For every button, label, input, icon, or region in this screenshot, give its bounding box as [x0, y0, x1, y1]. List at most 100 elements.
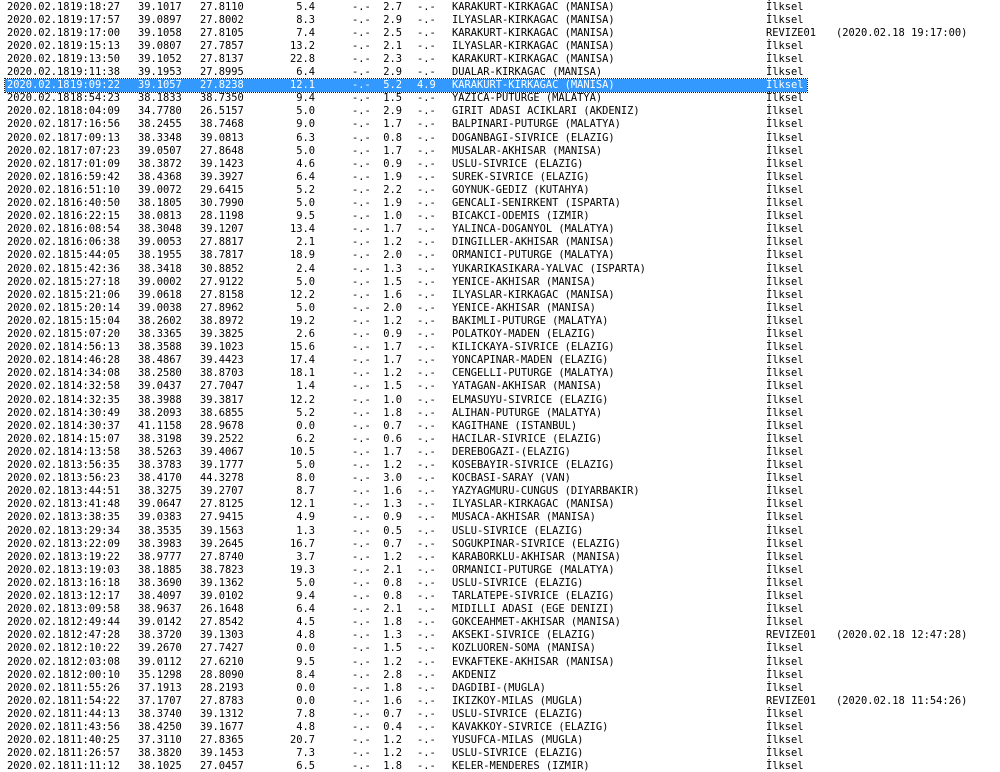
table-row[interactable]: 2020.02.18 13:09:58 38.9637 26.1648 6.4 -.- 2.… — [0, 603, 1000, 616]
row-time: 16:59:42 — [70, 170, 121, 183]
row-location: KOCBASI-SARAY (VAN) — [452, 472, 571, 485]
table-row[interactable]: 2020.02.18 14:15:07 38.3198 39.2522 6.2 -.- 0.… — [0, 433, 1000, 446]
table-row[interactable]: 2020.02.18 17:07:23 39.0507 27.8648 5.0 -.- 1.… — [0, 145, 1000, 158]
row-magnitude-md: -.- — [352, 616, 371, 629]
table-row[interactable]: 2020.02.18 19:17:00 39.1058 27.8105 7.4 -.- 2.… — [0, 27, 1000, 40]
table-row[interactable]: 2020.02.18 16:08:54 38.3048 39.1207 13.4 -.- 1… — [0, 223, 1000, 236]
table-row[interactable]: 2020.02.18 14:32:35 38.3988 39.3817 12.2 -.- 1… — [0, 394, 1000, 407]
table-row[interactable]: 2020.02.18 13:16:18 38.3690 39.1362 5.0 -.- 0.… — [0, 577, 1000, 590]
row-longitude: 28.9678 — [200, 419, 244, 432]
row-date: 2020.02.18 — [7, 459, 70, 471]
table-row[interactable]: 2020.02.18 13:19:03 38.1885 38.7823 19.3 -.- 2… — [0, 564, 1000, 577]
table-row[interactable]: 2020.02.18 19:15:13 39.0807 27.7857 13.2 -.- 2… — [0, 40, 1000, 53]
table-row[interactable]: 2020.02.18 13:38:35 39.0383 27.9415 4.9 -.- 0.… — [0, 511, 1000, 524]
table-row[interactable]: 2020.02.18 19:11:38 39.1953 27.8995 6.4 -.- 2.… — [0, 66, 1000, 79]
row-latitude: 39.0038 — [138, 301, 182, 314]
table-row[interactable]: 2020.02.18 12:00:10 35.1298 28.8090 8.4 -.- 2.… — [0, 669, 1000, 682]
row-magnitude-ml: 1.2 — [383, 550, 402, 563]
table-row[interactable]: 2020.02.18 12:49:44 39.0142 27.8542 4.5 -.- 1.… — [0, 616, 1000, 629]
row-depth: 6.5 — [296, 760, 315, 772]
table-row[interactable]: 2020.02.18 15:21:06 39.0618 27.8158 12.2 -.- 1… — [0, 289, 1000, 302]
row-longitude: 38.8703 — [200, 367, 244, 380]
row-magnitude-md: -.- — [352, 249, 371, 262]
table-row[interactable]: 2020.02.18 18:04:09 34.7780 26.5157 5.0 -.- 2.… — [0, 105, 1000, 118]
row-magnitude-mw: -.- — [417, 367, 436, 380]
table-row[interactable]: 2020.02.18 13:56:23 38.4170 44.3278 8.0 -.- 3.… — [0, 472, 1000, 485]
table-row[interactable]: 2020.02.18 12:03:08 39.0112 27.6210 9.5 -.- 1.… — [0, 656, 1000, 669]
table-row[interactable]: 2020.02.18 15:42:36 38.3418 30.8852 2.4 -.- 1.… — [0, 263, 1000, 276]
row-solution-type: İlksel — [766, 747, 804, 760]
table-row[interactable]: 2020.02.18 15:15:04 38.2602 38.8972 19.2 -.- 1… — [0, 315, 1000, 328]
row-solution-type: İlksel — [766, 118, 804, 131]
row-magnitude-ml: 0.9 — [383, 328, 402, 340]
row-date: 2020.02.18 — [7, 249, 70, 262]
table-row[interactable]: 2020.02.18 13:29:34 38.3535 39.1563 1.3 -.- 0.… — [0, 525, 1000, 538]
row-longitude: 27.8962 — [200, 301, 244, 314]
table-row[interactable]: 2020.02.18 14:46:28 38.4867 39.4423 17.4 -.- 1… — [0, 354, 1000, 367]
table-row[interactable]: 2020.02.18 17:09:13 38.3348 39.0813 6.3 -.- 0.… — [0, 132, 1000, 145]
row-time: 13:44:51 — [70, 485, 121, 498]
table-row[interactable]: 2020.02.18 11:55:26 37.1913 28.2193 0.0 -.- 1.… — [0, 682, 1000, 695]
table-row[interactable]: 2020.02.18 16:51:10 39.0072 29.6415 5.2 -.- 2.… — [0, 184, 1000, 197]
table-row[interactable]: 2020.02.18 13:22:09 38.3983 39.2645 16.7 -.- 0… — [0, 538, 1000, 551]
table-row[interactable]: 2020.02.18 16:40:50 38.1805 30.7990 5.0 -.- 1.… — [0, 197, 1000, 210]
row-latitude: 39.0807 — [138, 39, 182, 52]
row-longitude: 27.8365 — [200, 734, 244, 747]
table-row[interactable]: 2020.02.18 14:56:13 38.3588 39.1023 15.6 -.- 1… — [0, 341, 1000, 354]
row-location: GIRIT ADASI ACIKLARI (AKDENIZ) — [452, 105, 640, 118]
table-row[interactable]: 2020.02.18 11:40:25 37.3110 27.8365 20.7 -.- 1… — [0, 734, 1000, 747]
row-location: KILICKAYA-SIVRICE (ELAZIG) — [452, 341, 615, 354]
table-row[interactable]: 2020.02.18 14:34:08 38.2580 38.8703 18.1 -.- 1… — [0, 367, 1000, 380]
table-row[interactable]: 2020.02.18 18:54:23 38.1833 38.7350 9.4 -.- 1.… — [0, 92, 1000, 105]
table-row[interactable]: 2020.02.18 11:11:12 38.1025 27.0457 6.5 -.- 1.… — [0, 760, 1000, 772]
table-row[interactable]: 2020.02.18 12:47:28 38.3720 39.1303 4.8 -.- 1.… — [0, 629, 1000, 642]
table-row[interactable]: 2020.02.18 15:27:18 39.0002 27.9122 5.0 -.- 1.… — [0, 276, 1000, 289]
table-row[interactable]: 2020.02.18 16:22:15 38.0813 28.1198 9.5 -.- 1.… — [0, 210, 1000, 223]
row-longitude: 27.7047 — [200, 380, 244, 393]
row-latitude: 38.3872 — [138, 157, 182, 170]
row-location: YENICE-AKHISAR (MANISA) — [452, 301, 596, 314]
row-magnitude-ml: 1.7 — [383, 445, 402, 458]
table-row[interactable]: 2020.02.18 13:12:17 38.4097 39.0102 9.4 -.- 0.… — [0, 590, 1000, 603]
table-row[interactable]: 2020.02.18 13:41:48 39.0647 27.8125 12.1 -.- 1… — [0, 498, 1000, 511]
table-row[interactable]: 2020.02.18 19:18:27 39.1017 27.8110 5.4 -.- 2.… — [0, 1, 1000, 14]
table-row[interactable]: 2020.02.18 13:44:51 38.3275 39.2707 8.7 -.- 1.… — [0, 485, 1000, 498]
row-location: EVKAFTEKE-AKHISAR (MANISA) — [452, 655, 615, 668]
row-magnitude-md: -.- — [352, 341, 371, 354]
table-row[interactable]: 2020.02.18 14:30:49 38.2093 38.6855 5.2 -.- 1.… — [0, 407, 1000, 420]
table-row[interactable]: 2020.02.18 17:16:56 38.2455 38.7468 9.0 -.- 1.… — [0, 118, 1000, 131]
row-depth: 0.0 — [296, 642, 315, 655]
table-row[interactable]: 2020.02.18 16:06:38 39.0053 27.8817 2.1 -.- 1.… — [0, 236, 1000, 249]
row-magnitude-mw: -.- — [417, 668, 436, 681]
table-row[interactable]: 2020.02.18 19:17:57 39.0897 27.8002 8.3 -.- 2.… — [0, 14, 1000, 27]
table-row[interactable]: 2020.02.18 13:56:35 38.3783 39.1777 5.0 -.- 1.… — [0, 459, 1000, 472]
row-longitude: 26.5157 — [200, 105, 244, 118]
table-row[interactable]: 2020.02.18 11:26:57 38.3820 39.1453 7.3 -.- 1.… — [0, 747, 1000, 760]
table-row[interactable]: 2020.02.18 15:44:05 38.1955 38.7817 18.9 -.- 2… — [0, 249, 1000, 262]
row-time: 12:49:44 — [70, 616, 121, 629]
row-time: 15:07:20 — [70, 328, 121, 340]
table-row[interactable]: 2020.02.18 19:09:22 39.1057 27.8238 12.1 -.- 5… — [0, 78, 1000, 94]
row-latitude: 38.3418 — [138, 262, 182, 275]
table-row[interactable]: 2020.02.18 14:13:58 38.5263 39.4067 10.5 -.- 1… — [0, 446, 1000, 459]
row-magnitude-md: -.- — [352, 524, 371, 537]
table-row[interactable]: 2020.02.18 14:30:37 41.1158 28.9678 0.0 -.- 0.… — [0, 420, 1000, 433]
row-magnitude-md: -.- — [352, 550, 371, 563]
table-row[interactable]: 2020.02.18 11:43:56 38.4250 39.1677 4.8 -.- 0.… — [0, 721, 1000, 734]
table-row[interactable]: 2020.02.18 19:13:50 39.1052 27.8137 22.8 -.- 2… — [0, 53, 1000, 66]
table-row[interactable]: 2020.02.18 12:10:22 39.2670 27.7427 0.0 -.- 1.… — [0, 642, 1000, 655]
table-row[interactable]: 2020.02.18 14:32:58 39.0437 27.7047 1.4 -.- 1.… — [0, 380, 1000, 393]
row-magnitude-mw: -.- — [417, 39, 436, 52]
row-date: 2020.02.18 — [7, 537, 70, 550]
row-latitude: 39.0897 — [138, 13, 182, 26]
table-row[interactable]: 2020.02.18 11:44:13 38.3740 39.1312 7.8 -.- 0.… — [0, 708, 1000, 721]
table-row[interactable]: 2020.02.18 13:19:22 38.9777 27.8740 3.7 -.- 1.… — [0, 551, 1000, 564]
table-row[interactable]: 2020.02.18 17:01:09 38.3872 39.1423 4.6 -.- 0.… — [0, 158, 1000, 171]
table-row[interactable]: 2020.02.18 15:20:14 39.0038 27.8962 5.0 -.- 2.… — [0, 302, 1000, 315]
table-row[interactable]: 2020.02.18 11:54:22 37.1707 27.8783 0.0 -.- 1.… — [0, 695, 1000, 708]
row-solution-type: İlksel — [766, 524, 804, 537]
row-longitude: 39.1303 — [200, 629, 244, 642]
table-row[interactable]: 2020.02.18 15:07:20 38.3365 39.3825 2.6 -.- 0.… — [0, 328, 1000, 341]
row-location: GENCALI-SENIRKENT (ISPARTA) — [452, 197, 621, 209]
table-row[interactable]: 2020.02.18 16:59:42 38.4368 39.3927 6.4 -.- 1.… — [0, 171, 1000, 184]
